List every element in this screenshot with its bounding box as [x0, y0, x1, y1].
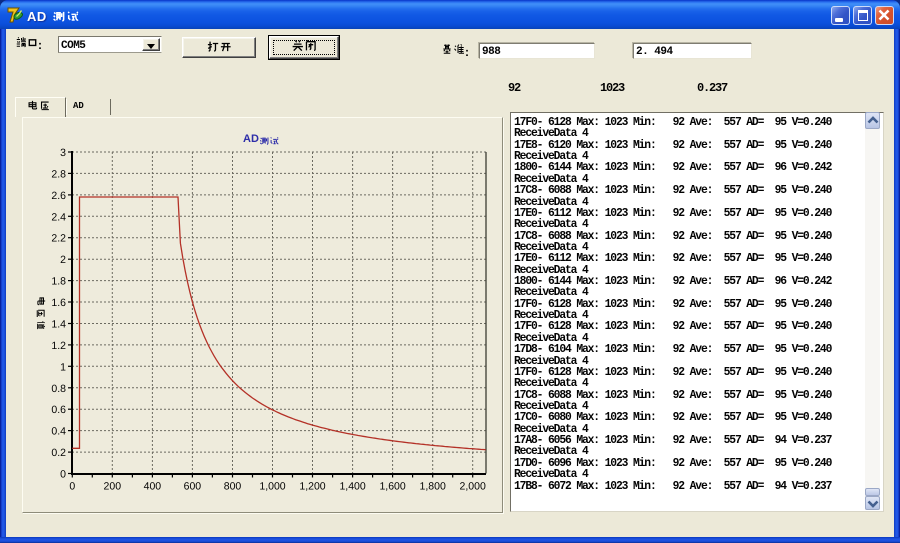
svg-text:0: 0: [69, 481, 75, 493]
svg-text:1.2: 1.2: [51, 340, 66, 352]
svg-text:800: 800: [224, 481, 242, 493]
svg-text:1.8: 1.8: [51, 276, 66, 288]
svg-text:400: 400: [144, 481, 162, 493]
svg-text:1,000: 1,000: [259, 481, 285, 493]
svg-text:2.6: 2.6: [51, 190, 66, 202]
svg-text:0.6: 0.6: [51, 404, 66, 416]
svg-text:200: 200: [104, 481, 122, 493]
svg-text:1.4: 1.4: [51, 319, 66, 331]
svg-text:1,400: 1,400: [339, 481, 365, 493]
svg-text:2.8: 2.8: [51, 168, 66, 180]
svg-text:3: 3: [60, 147, 66, 159]
svg-text:600: 600: [184, 481, 202, 493]
svg-text:2,000: 2,000: [460, 481, 486, 493]
svg-text:1: 1: [60, 361, 66, 373]
svg-text:1,600: 1,600: [379, 481, 405, 493]
svg-text:2: 2: [60, 254, 66, 266]
svg-text:1,200: 1,200: [299, 481, 325, 493]
svg-text:1,800: 1,800: [420, 481, 446, 493]
svg-text:2.2: 2.2: [51, 233, 66, 245]
svg-text:0.4: 0.4: [51, 426, 66, 438]
svg-text:0: 0: [60, 469, 66, 481]
svg-text:2.4: 2.4: [51, 211, 66, 223]
svg-text:0.8: 0.8: [51, 383, 66, 395]
svg-text:1.6: 1.6: [51, 297, 66, 309]
svg-text:0.2: 0.2: [51, 447, 66, 459]
